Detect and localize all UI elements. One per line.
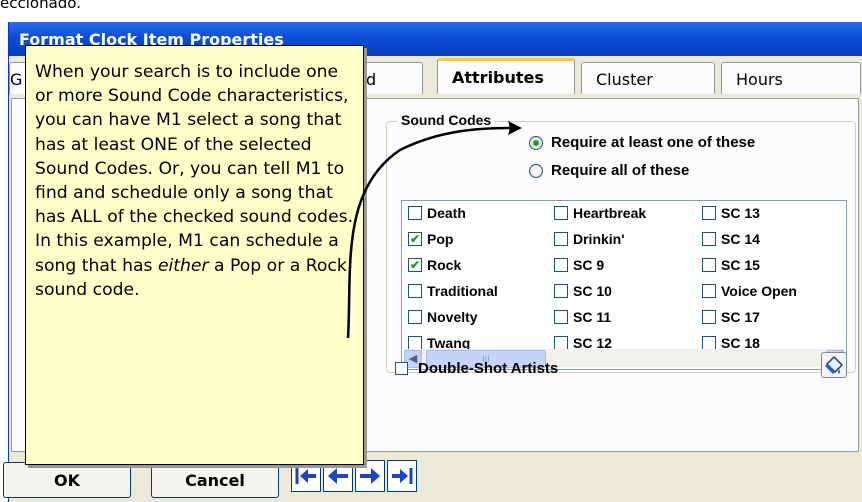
- checkbox[interactable]: [702, 310, 716, 324]
- sound-code-sc15[interactable]: SC 15: [702, 257, 760, 273]
- ok-button[interactable]: OK: [3, 462, 131, 498]
- sound-code-label: SC 14: [721, 231, 760, 247]
- sound-code-traditional[interactable]: Traditional: [408, 283, 498, 299]
- nav-last-button[interactable]: [387, 460, 417, 492]
- sound-codes-title: Sound Codes: [397, 112, 496, 128]
- checkbox[interactable]: [554, 310, 568, 324]
- sound-code-label: SC 15: [721, 257, 760, 273]
- tab-cluster[interactable]: Cluster: [581, 62, 715, 94]
- sound-code-voice-open[interactable]: Voice Open: [702, 283, 797, 299]
- sound-code-label: Novelty: [427, 309, 478, 325]
- sound-code-list[interactable]: Death ✔ Pop ✔ Rock Traditional Novelty Twa…: [401, 200, 847, 370]
- first-page-icon: [295, 468, 316, 484]
- cancel-button[interactable]: Cancel: [151, 462, 279, 498]
- double-shot-label: Double-Shot Artists: [418, 360, 559, 377]
- sound-code-sc9[interactable]: SC 9: [554, 257, 604, 273]
- checkbox[interactable]: [702, 232, 716, 246]
- checkbox[interactable]: [408, 284, 422, 298]
- callout-emphasis: either: [157, 255, 209, 276]
- sound-code-sc10[interactable]: SC 10: [554, 283, 612, 299]
- checkbox[interactable]: [702, 206, 716, 220]
- previous-icon: [328, 468, 348, 484]
- checkbox[interactable]: [702, 258, 716, 272]
- tab-hours-label: Hours: [736, 70, 783, 89]
- radio-require-one[interactable]: Require at least one of these: [529, 134, 755, 151]
- last-page-icon: [392, 468, 413, 484]
- sound-code-label: Drinkin': [573, 231, 625, 247]
- checkbox[interactable]: [702, 284, 716, 298]
- sound-code-sc13[interactable]: SC 13: [702, 205, 760, 221]
- checkbox[interactable]: ✔: [408, 258, 422, 272]
- checkbox[interactable]: [554, 284, 568, 298]
- sound-code-label: SC 13: [721, 205, 760, 221]
- caption-fragment: eccionado.: [0, 0, 81, 12]
- sound-code-label: SC 17: [721, 309, 760, 325]
- tab-attributes-label: Attributes: [452, 68, 544, 87]
- sound-code-sc14[interactable]: SC 14: [702, 231, 760, 247]
- sound-code-label: SC 9: [573, 257, 605, 273]
- sound-code-label: Voice Open: [721, 283, 797, 299]
- sound-code-rock[interactable]: ✔ Rock: [408, 257, 461, 273]
- checkbox[interactable]: ✔: [408, 232, 422, 246]
- sound-code-sc11[interactable]: SC 11: [554, 309, 611, 325]
- sound-code-novelty[interactable]: Novelty: [408, 309, 478, 325]
- radio-require-all-label: Require all of these: [551, 162, 690, 179]
- callout-text-part1: When your search is to include one or mo…: [35, 62, 354, 276]
- tab-general-label: G: [10, 70, 23, 89]
- sound-codes-group: Sound Codes Require at least one of thes…: [386, 112, 856, 373]
- sound-code-sc17[interactable]: SC 17: [702, 309, 760, 325]
- sound-code-pop[interactable]: ✔ Pop: [408, 231, 453, 247]
- sound-code-heartbreak[interactable]: Heartbreak: [554, 205, 646, 221]
- checkbox[interactable]: [408, 310, 422, 324]
- paint-bucket-icon: [825, 355, 844, 374]
- tutorial-callout: When your search is to include one or mo…: [25, 45, 364, 465]
- next-icon: [360, 468, 380, 484]
- radio-require-all[interactable]: Require all of these: [529, 162, 689, 179]
- sound-code-label: SC 10: [573, 283, 612, 299]
- tab-attributes[interactable]: Attributes: [437, 58, 575, 94]
- sound-code-label: Traditional: [427, 283, 498, 299]
- sound-code-label: Heartbreak: [573, 205, 647, 221]
- double-shot-checkbox[interactable]: [395, 362, 408, 375]
- tab-hours[interactable]: Hours: [721, 62, 861, 94]
- radio-require-all-button[interactable]: [529, 163, 543, 178]
- checkbox[interactable]: [408, 206, 422, 220]
- sound-code-label: Death: [427, 205, 466, 221]
- sound-code-label: Rock: [427, 257, 462, 273]
- checkbox[interactable]: [554, 336, 568, 350]
- paint-bucket-button[interactable]: [821, 352, 847, 378]
- checkbox[interactable]: [554, 232, 568, 246]
- checkbox[interactable]: [408, 336, 422, 350]
- radio-require-one-button[interactable]: [529, 135, 543, 150]
- checkbox[interactable]: [554, 206, 568, 220]
- sound-code-drinkin[interactable]: Drinkin': [554, 231, 625, 247]
- sound-code-death[interactable]: Death: [408, 205, 466, 221]
- sound-code-label: Pop: [427, 231, 454, 247]
- checkbox[interactable]: [702, 336, 716, 350]
- sound-code-label: SC 11: [573, 309, 612, 325]
- tab-cluster-label: Cluster: [596, 70, 653, 89]
- radio-require-one-label: Require at least one of these: [551, 134, 756, 151]
- checkbox[interactable]: [554, 258, 568, 272]
- double-shot-row[interactable]: Double-Shot Artists: [395, 360, 558, 377]
